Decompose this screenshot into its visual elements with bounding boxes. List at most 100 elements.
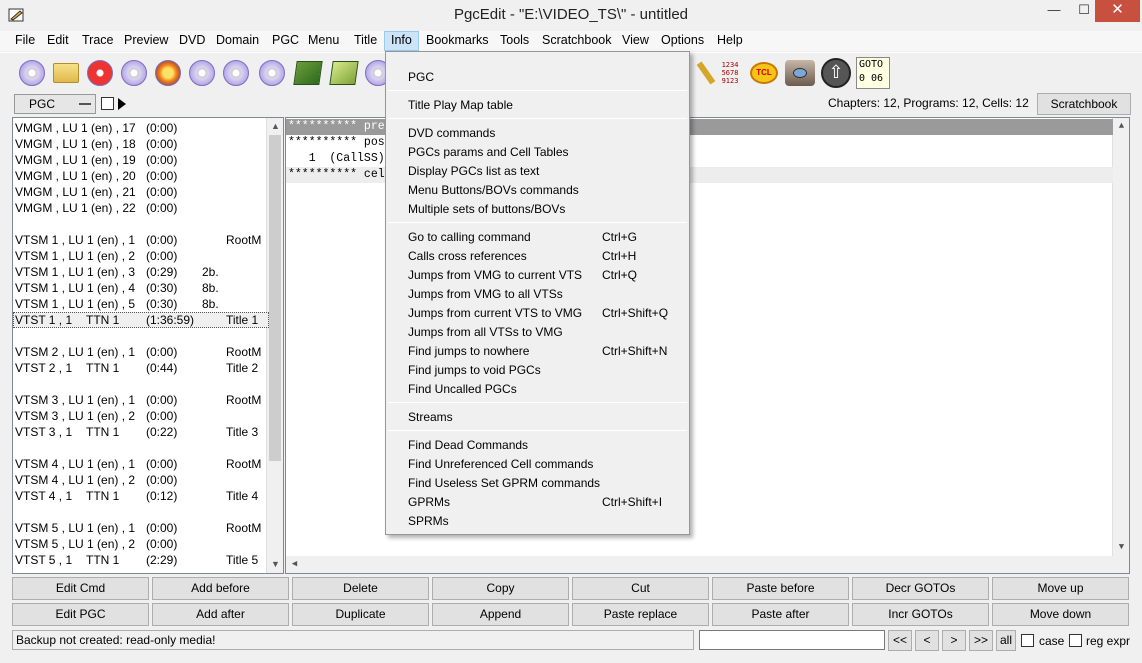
scroll-up-icon[interactable]: ▲ [1113,118,1129,135]
list-item[interactable]: VTST 3 , 1 TTN 1 (0:22) Title 3 [13,424,269,440]
list-item[interactable]: VTSM 1 , LU 1 (en) , 5 (0:30) 8b. [13,296,269,312]
case-checkbox[interactable] [1021,634,1034,647]
search-next-button[interactable]: > [942,630,966,651]
menu-item-sprms[interactable]: SPRMs [386,512,689,531]
list-item[interactable]: VMGM , LU 1 (en) , 17 (0:00) [13,120,269,136]
list-item[interactable]: VMGM , LU 1 (en) , 20 (0:00) [13,168,269,184]
decr-gotos-button[interactable]: Decr GOTOs [852,577,989,600]
list-item[interactable]: VTSM 1 , LU 1 (en) , 3 (0:29) 2b. [13,264,269,280]
menu-item-multiple-sets-of-buttons-bovs[interactable]: Multiple sets of buttons/BOVs [386,200,689,219]
menu-options[interactable]: Options [655,31,710,51]
list-item[interactable]: VTSM 3 , LU 1 (en) , 2 (0:00) [13,408,269,424]
text-scrollbar[interactable]: ▲ ▼ [1112,118,1129,573]
menu-item-find-jumps-to-nowhere[interactable]: Find jumps to nowhere Ctrl+Shift+N [386,342,689,361]
disc-arrow-icon[interactable] [256,56,288,90]
search-disc-icon[interactable] [186,56,218,90]
scroll-left-icon[interactable]: ◀ [286,556,303,573]
menu-domain[interactable]: Domain [210,31,265,51]
tcl-icon[interactable]: TCL [748,56,780,90]
menu-item-jumps-from-all-vtss-to-vmg[interactable]: Jumps from all VTSs to VMG [386,323,689,342]
search-prev-button[interactable]: < [915,630,939,651]
play-icon[interactable] [118,98,126,110]
menu-item-find-useless-set-gprm-commands[interactable]: Find Useless Set GPRM commands [386,474,689,493]
menu-dvd[interactable]: DVD [173,31,211,51]
menu-menu[interactable]: Menu [302,31,345,51]
new-disc-icon[interactable] [118,56,150,90]
list-item[interactable]: VTSM 5 , LU 1 (en) , 2 (0:00) [13,536,269,552]
list-item[interactable]: VMGM , LU 1 (en) , 19 (0:00) [13,152,269,168]
search-last-button[interactable]: >> [969,630,993,651]
append-button[interactable]: Append [432,603,569,626]
add-after-button[interactable]: Add after [152,603,289,626]
menu-item-jumps-from-vmg-to-all-vtss[interactable]: Jumps from VMG to all VTSs [386,285,689,304]
list-item[interactable]: VTSM 4 , LU 1 (en) , 2 (0:00) [13,472,269,488]
paste-after-button[interactable]: Paste after [712,603,849,626]
list-item[interactable]: VTSM 1 , LU 1 (en) , 2 (0:00) [13,248,269,264]
move-down-button[interactable]: Move down [992,603,1129,626]
list-item[interactable]: VMGM , LU 1 (en) , 22 (0:00) [13,200,269,216]
list-item[interactable] [13,216,269,232]
paste-replace-button[interactable]: Paste replace [572,603,709,626]
menu-help[interactable]: Help [711,31,749,51]
menu-trace[interactable]: Trace [76,31,120,51]
pgc-list[interactable]: ▲ ▼ VMGM , LU 1 (en) , 17 (0:00) VMGM , LU… [12,117,284,574]
menu-bookmarks[interactable]: Bookmarks [420,31,495,51]
list-item[interactable]: VTSM 2 , LU 1 (en) , 1 (0:00) RootM [13,344,269,360]
menu-item-pgc[interactable]: PGC [386,68,689,87]
menu-item-gprms[interactable]: GPRMs Ctrl+Shift+I [386,493,689,512]
list-item[interactable]: VMGM , LU 1 (en) , 21 (0:00) [13,184,269,200]
menu-item-find-jumps-to-void-pgcs[interactable]: Find jumps to void PGCs [386,361,689,380]
paste-before-button[interactable]: Paste before [712,577,849,600]
preview-eye-icon[interactable] [784,56,816,90]
list-item[interactable] [13,504,269,520]
flame-icon[interactable] [152,56,184,90]
pgc-checkbox[interactable] [101,97,114,110]
scroll-up-icon[interactable]: ▲ [267,118,283,135]
list-item[interactable]: VTST 2 , 1 TTN 1 (0:44) Title 2 [13,360,269,376]
delete-button[interactable]: Delete [292,577,429,600]
menu-pgc[interactable]: PGC [266,31,305,51]
menu-item-calls-cross-references[interactable]: Calls cross references Ctrl+H [386,247,689,266]
scratchbook-button[interactable]: Scratchbook [1037,93,1131,115]
menu-edit[interactable]: Edit [41,31,75,51]
scroll-down-icon[interactable]: ▼ [267,556,283,573]
command-line[interactable]: ********** pos [288,135,385,151]
menu-item-dvd-commands[interactable]: DVD commands [386,124,689,143]
menu-tools[interactable]: Tools [494,31,535,51]
list-item[interactable]: VMGM , LU 1 (en) , 18 (0:00) [13,136,269,152]
list-item[interactable]: VTST 1 , 1 TTN 1 (1:36:59) Title 1 [13,312,269,328]
minimize-button[interactable]: — [1040,0,1068,22]
menu-item-go-to-calling-command[interactable]: Go to calling command Ctrl+G [386,228,689,247]
open-dvd-icon[interactable] [16,56,48,90]
pgc-selector[interactable]: PGC [14,94,96,114]
book-icon[interactable] [292,56,324,90]
menu-item-find-dead-commands[interactable]: Find Dead Commands [386,436,689,455]
list-item[interactable]: VTSM 4 , LU 1 (en) , 1 (0:00) RootM [13,456,269,472]
search-input[interactable] [699,630,885,650]
edit-pgc-button[interactable]: Edit PGC [12,603,149,626]
close-button[interactable]: ✕ [1095,0,1140,22]
incr-gotos-button[interactable]: Incr GOTOs [852,603,989,626]
menu-item-find-unreferenced-cell-commands[interactable]: Find Unreferenced Cell commands [386,455,689,474]
goto-arrow-icon[interactable]: ⇧ [820,56,852,90]
menu-item-streams[interactable]: Streams [386,408,689,427]
open-folder-icon[interactable] [50,56,82,90]
menu-item-menu-buttons-bovs-commands[interactable]: Menu Buttons/BOVs commands [386,181,689,200]
menu-item-find-uncalled-pgcs[interactable]: Find Uncalled PGCs [386,380,689,399]
cut-button[interactable]: Cut [572,577,709,600]
scroll-down-icon[interactable]: ▼ [1113,539,1129,556]
menu-item-title-play-map-table[interactable]: Title Play Map table [386,96,689,115]
copy-button[interactable]: Copy [432,577,569,600]
play-disc-icon[interactable] [84,56,116,90]
menu-title[interactable]: Title [348,31,383,51]
menu-scratchbook[interactable]: Scratchbook [536,31,617,51]
goto-counter[interactable]: GOTO 0 06 [856,57,890,89]
duplicate-button[interactable]: Duplicate [292,603,429,626]
list-item[interactable] [13,440,269,456]
menu-preview[interactable]: Preview [118,31,174,51]
menu-item-pgcs-params-and-cell-tables[interactable]: PGCs params and Cell Tables [386,143,689,162]
list-item[interactable] [13,376,269,392]
list-item[interactable]: VTSM 1 , LU 1 (en) , 4 (0:30) 8b. [13,280,269,296]
add-before-button[interactable]: Add before [152,577,289,600]
menu-file[interactable]: File [9,31,41,51]
